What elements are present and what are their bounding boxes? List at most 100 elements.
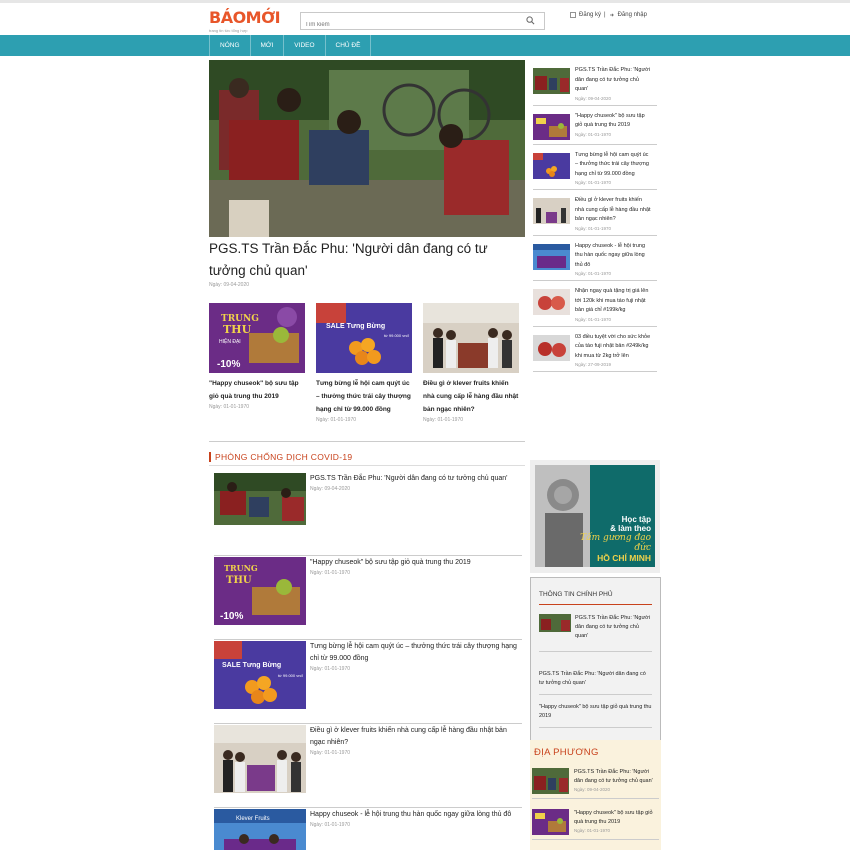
article-info: "Happy chuseok" bộ sưu tập giỏ quà trung… — [306, 557, 471, 639]
article-thumb[interactable] — [532, 768, 569, 794]
article-date: Ngày: 01-01-1970 — [575, 180, 612, 185]
list-item[interactable]: Điều gì ở klever fruits khiến nhà cung c… — [533, 196, 657, 236]
list-item[interactable]: PGS.TS Trần Đắc Phu: 'Người dân đang có … — [532, 768, 659, 799]
article-title[interactable]: PGS.TS Trần Đắc Phu: 'Người dân đang có … — [571, 614, 652, 641]
search-icon[interactable] — [526, 16, 536, 26]
article-date: Ngày: 09-04-2020 — [574, 787, 611, 792]
list-item[interactable]: SALE Tưng Bừng từ 99.000 vnđ Tưng bừng lễ… — [214, 640, 522, 724]
local-heading[interactable]: ĐỊA PHƯƠNG — [532, 747, 659, 758]
list-item[interactable]: TRUNG THU -10% "Happy chuseok" bộ sưu tập … — [214, 556, 522, 640]
list-item[interactable]: "Happy chuseok" bộ sưu tập giỏ quà trung… — [533, 112, 657, 145]
gov-heading[interactable]: THÔNG TIN CHÍNH PHỦ — [539, 591, 652, 605]
article-thumb[interactable] — [532, 809, 569, 835]
article-thumb[interactable]: Klever Fruits — [214, 809, 306, 850]
section-heading-covid[interactable]: PHÒNG CHỐNG DỊCH COVID-19 — [209, 452, 352, 462]
nav-item-new[interactable]: MỚI — [249, 35, 284, 56]
logo-text: BÁOMỚI — [209, 8, 281, 27]
article-thumb[interactable] — [533, 289, 570, 315]
article-info: Happy chuseok - lễ hội trung thu hàn quố… — [306, 809, 511, 850]
thumb-sale-price: từ 99.000 vnđ — [278, 673, 303, 678]
article-thumb[interactable] — [214, 725, 306, 793]
article-title[interactable]: "Happy chuseok" bộ sưu tập giỏ quà trung… — [575, 112, 652, 131]
trio-date: Ngày: 01-01-1970 — [423, 417, 464, 423]
article-date: Ngày: 01-01-1970 — [310, 666, 351, 672]
article-title[interactable]: Tưng bừng lễ hội cam quýt úc – thưởng th… — [575, 151, 652, 180]
list-item[interactable]: Klever Fruits Happy chuseok - lễ hội tru… — [214, 808, 522, 850]
gov-link[interactable]: "Happy chuseok" bộ sưu tập giỏ quà trung… — [539, 695, 652, 728]
trio-item[interactable]: SALE Tưng Bừng từ 99.000 vnđ Tưng bừng l… — [316, 303, 414, 423]
list-item[interactable]: Tưng bừng lễ hội cam quýt úc – thưởng th… — [533, 151, 657, 190]
article-date: Ngày: 27-09-2019 — [575, 362, 612, 367]
trio-thumb-event[interactable] — [423, 303, 519, 373]
trio-thumb-midautumn[interactable]: TRUNG THU HIỆN ĐẠI -10% — [209, 303, 305, 373]
article-title[interactable]: PGS.TS Trần Đắc Phu: 'Người dân đang có … — [310, 473, 508, 485]
article-thumb[interactable] — [539, 614, 571, 632]
gov-link[interactable]: PGS.TS Trần Đắc Phu: 'Người dân đang có … — [539, 662, 652, 695]
article-thumb[interactable]: SALE Tưng Bừng từ 99.000 vnđ — [214, 641, 306, 709]
article-title[interactable]: 03 điều tuyệt vời cho sức khỏe của táo f… — [575, 333, 652, 362]
trio-item[interactable]: Điều gì ở klever fruits khiến nhà cung c… — [423, 303, 521, 423]
article-date: Ngày: 01-01-1970 — [575, 316, 612, 322]
article-title[interactable]: Nhận ngay quà tặng trị giá lên tới 120k … — [575, 287, 652, 316]
hero-image[interactable] — [209, 60, 525, 237]
article-title[interactable]: "Happy chuseok" bộ sưu tập giỏ quà trung… — [574, 809, 655, 827]
article-thumb[interactable] — [214, 473, 306, 541]
search-input[interactable] — [301, 17, 516, 33]
article-info: PGS.TS Trần Đắc Phu: 'Người dân đang có … — [570, 66, 652, 101]
article-thumb[interactable] — [533, 243, 570, 270]
list-item[interactable]: Điều gì ở klever fruits khiến nhà cung c… — [214, 724, 522, 808]
article-title[interactable]: "Happy chuseok" bộ sưu tập giỏ quà trung… — [310, 557, 471, 569]
thumb-text-hien: HIỆN ĐẠI — [219, 337, 241, 345]
nav-item-video[interactable]: VIDEO — [283, 35, 324, 56]
thumb-sale-text: SALE Tưng Bừng — [326, 323, 385, 330]
thumb-sale-text: SALE Tưng Bừng — [222, 662, 281, 669]
article-thumb[interactable] — [533, 113, 570, 140]
article-title[interactable]: Tưng bừng lễ hội cam quýt úc – thưởng th… — [310, 641, 522, 665]
featured-trio: TRUNG THU HIỆN ĐẠI -10% "Happy chuseok" … — [209, 303, 525, 423]
main-navbar: NÓNG MỚI VIDEO CHỦ ĐỀ — [0, 35, 850, 56]
article-title[interactable]: Điều gì ở klever fruits khiến nhà cung c… — [575, 196, 652, 225]
thumb-text-thu: THU — [223, 323, 252, 336]
list-item[interactable]: 03 điều tuyệt vời cho sức khỏe của táo f… — [533, 333, 657, 372]
article-info: "Happy chuseok" bộ sưu tập giỏ quà trung… — [570, 112, 652, 140]
list-item[interactable]: "Happy chuseok" bộ sưu tập giỏ quà trung… — [532, 809, 659, 840]
article-thumb[interactable] — [533, 68, 570, 94]
list-item[interactable]: PGS.TS Trần Đắc Phu: 'Người dân đang có … — [533, 66, 657, 106]
list-item[interactable]: PGS.TS Trần Đắc Phu: 'Người dân đang có … — [539, 614, 652, 652]
banner-text: Học tập & làm theo Tấm gương đạo đức HỒ … — [561, 515, 651, 563]
article-title[interactable]: Happy chuseok - lễ hội trung thu hàn quố… — [310, 809, 511, 821]
search-box — [300, 12, 545, 33]
article-title[interactable]: Happy chuseok - lễ hội trung thu hàn quố… — [575, 242, 652, 271]
trio-date: Ngày: 01-01-1970 — [209, 404, 250, 410]
article-date: Ngày: 01-01-1970 — [574, 828, 611, 833]
list-item[interactable]: Happy chuseok - lễ hội trung thu hàn quố… — [533, 242, 657, 281]
nav-item-hot[interactable]: NÓNG — [209, 35, 250, 56]
article-thumb[interactable] — [533, 198, 570, 224]
auth-separator: | — [604, 12, 606, 18]
hero-title[interactable]: PGS.TS Trần Đắc Phu: 'Người dân đang có … — [209, 238, 525, 282]
article-title[interactable]: Điều gì ở klever fruits khiến nhà cung c… — [310, 725, 522, 749]
article-info: 03 điều tuyệt vời cho sức khỏe của táo f… — [570, 333, 652, 368]
gov-info-box: THÔNG TIN CHÍNH PHỦ PGS.TS Trần Đắc Phu:… — [530, 577, 661, 742]
list-item[interactable]: Nhận ngay quà tặng trị giá lên tới 120k … — [533, 287, 657, 327]
article-thumb[interactable] — [533, 152, 570, 179]
trio-title[interactable]: Điều gì ở klever fruits khiến nhà cung c… — [423, 377, 521, 416]
article-title[interactable]: PGS.TS Trần Đắc Phu: 'Người dân đang có … — [575, 66, 652, 95]
article-date: Ngày: 09-04-2020 — [310, 486, 351, 492]
trio-title[interactable]: Tưng bừng lễ hội cam quýt úc – thưởng th… — [316, 377, 414, 416]
ho-chi-minh-banner[interactable]: Học tập & làm theo Tấm gương đạo đức HỒ … — [530, 460, 660, 573]
register-link[interactable]: Đăng ký — [579, 12, 601, 18]
list-item[interactable]: PGS.TS Trần Đắc Phu: 'Người dân đang có … — [214, 472, 522, 556]
article-thumb[interactable] — [533, 334, 570, 361]
article-title[interactable]: PGS.TS Trần Đắc Phu: 'Người dân đang có … — [574, 768, 655, 786]
trio-thumb-orange[interactable]: SALE Tưng Bừng từ 99.000 vnđ — [316, 303, 412, 373]
trio-item[interactable]: TRUNG THU HIỆN ĐẠI -10% "Happy chuseok" … — [209, 303, 307, 423]
site-logo[interactable]: BÁOMỚI trang tin tức tổng hợp — [209, 8, 281, 33]
login-link[interactable]: Đăng nhập — [618, 12, 647, 18]
divider — [209, 465, 525, 466]
nav-item-topics[interactable]: CHỦ ĐỀ — [324, 35, 372, 56]
trio-title[interactable]: "Happy chuseok" bộ sưu tập giỏ quà trung… — [209, 377, 307, 403]
article-date: Ngày: 01-01-1970 — [575, 131, 612, 137]
article-thumb[interactable]: TRUNG THU -10% — [214, 557, 306, 625]
hero-date: Ngày: 09-04-2020 — [209, 282, 250, 288]
